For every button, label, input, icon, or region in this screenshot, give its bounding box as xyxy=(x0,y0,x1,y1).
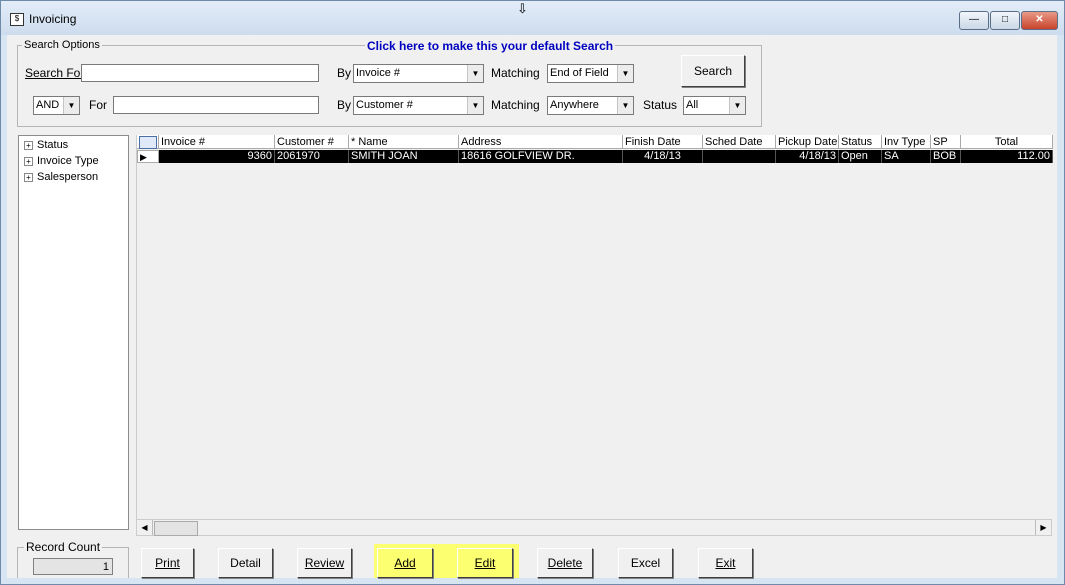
column-header-address[interactable]: Address xyxy=(459,135,623,149)
column-header-customer[interactable]: Customer # xyxy=(275,135,349,149)
maximize-button[interactable]: □ xyxy=(990,11,1020,30)
search-for-label: Search For xyxy=(25,66,85,80)
search-options-label: Search Options xyxy=(22,39,102,51)
status-label: Status xyxy=(643,98,678,112)
column-header-inv-type[interactable]: Inv Type xyxy=(882,135,931,149)
app-icon: $ xyxy=(10,13,24,26)
cell-sched-date xyxy=(703,150,776,163)
print-button[interactable]: Print xyxy=(141,548,194,578)
dropdown-arrow-icon: ▼ xyxy=(729,97,745,114)
window-title: Invoicing xyxy=(29,12,77,26)
cell-address: 18616 GOLFVIEW DR. xyxy=(459,150,623,163)
column-header-name[interactable]: * Name xyxy=(349,135,459,149)
excel-button[interactable]: Excel xyxy=(618,548,673,578)
minimize-icon: — xyxy=(969,14,979,25)
matching-select-2[interactable]: Anywhere ▼ xyxy=(547,96,634,115)
search-for-input[interactable] xyxy=(81,64,319,82)
column-header-total[interactable]: Total xyxy=(961,135,1053,149)
column-header-finish-date[interactable]: Finish Date xyxy=(623,135,703,149)
cell-inv-type: SA xyxy=(882,150,931,163)
record-count-value: 1 xyxy=(33,558,113,575)
scroll-left-arrow-icon[interactable]: ◀ xyxy=(137,520,153,535)
logic-select[interactable]: AND ▼ xyxy=(33,96,80,115)
invoice-grid: Invoice # Customer # * Name Address Fini… xyxy=(136,135,1053,533)
dropdown-arrow-icon: ▼ xyxy=(617,65,633,82)
edit-button[interactable]: Edit xyxy=(457,548,513,578)
row-pointer-icon: ▶ xyxy=(140,152,147,162)
by-label-2: By xyxy=(337,98,352,112)
matching-label-2: Matching xyxy=(491,98,540,112)
dropdown-arrow-icon: ▼ xyxy=(467,97,483,114)
column-header-pickup-date[interactable]: Pickup Date xyxy=(776,135,839,149)
default-search-link[interactable]: Click here to make this your default Sea… xyxy=(365,39,616,53)
scroll-thumb[interactable] xyxy=(154,521,198,536)
cell-status: Open xyxy=(839,150,882,163)
column-header-sp[interactable]: SP xyxy=(931,135,961,149)
tree-item-status[interactable]: + Status xyxy=(24,139,68,151)
column-header-sched-date[interactable]: Sched Date xyxy=(703,135,776,149)
cell-customer: 2061970 xyxy=(275,150,349,163)
tree-item-salesperson[interactable]: + Salesperson xyxy=(24,171,98,183)
minimize-button[interactable]: — xyxy=(959,11,989,30)
title-bar: $ Invoicing ⇩ — □ ✕ xyxy=(1,1,1064,35)
delete-button[interactable]: Delete xyxy=(537,548,593,578)
cell-invoice: 9360 xyxy=(159,150,275,163)
for-label: For xyxy=(89,98,107,112)
by-select-2[interactable]: Customer # ▼ xyxy=(353,96,484,115)
expand-icon[interactable]: + xyxy=(24,140,33,150)
cell-name: SMITH JOAN xyxy=(349,150,459,163)
cell-total: 112.00 xyxy=(961,150,1053,163)
add-button[interactable]: Add xyxy=(377,548,433,578)
close-icon: ✕ xyxy=(1035,14,1044,25)
dropdown-arrow-icon: ▼ xyxy=(63,97,79,114)
close-button[interactable]: ✕ xyxy=(1021,11,1058,30)
horizontal-scrollbar[interactable]: ◀ ▶ xyxy=(136,519,1052,536)
review-button[interactable]: Review xyxy=(297,548,352,578)
status-select[interactable]: All ▼ xyxy=(683,96,746,115)
edit-pencil-icon xyxy=(139,136,157,149)
cell-pickup-date: 4/18/13 xyxy=(776,150,839,163)
invoicing-window: $ Invoicing ⇩ — □ ✕ Search Options Click… xyxy=(0,0,1065,585)
by-select-1[interactable]: Invoice # ▼ xyxy=(353,64,484,83)
resize-cursor-icon: ⇩ xyxy=(517,1,528,16)
expand-icon[interactable]: + xyxy=(24,156,33,166)
column-header-status[interactable]: Status xyxy=(839,135,882,149)
expand-icon[interactable]: + xyxy=(24,172,33,182)
dropdown-arrow-icon: ▼ xyxy=(617,97,633,114)
matching-select-1[interactable]: End of Field ▼ xyxy=(547,64,634,83)
row-pointer[interactable]: ▶ xyxy=(137,150,159,163)
grid-corner xyxy=(137,135,159,149)
client-area: Search Options Click here to make this y… xyxy=(7,35,1057,578)
matching-label-1: Matching xyxy=(491,66,540,80)
cell-sp: BOB xyxy=(931,150,961,163)
cell-finish-date: 4/18/13 xyxy=(623,150,703,163)
exit-button[interactable]: Exit xyxy=(698,548,753,578)
dropdown-arrow-icon: ▼ xyxy=(467,65,483,82)
search-button[interactable]: Search xyxy=(681,55,745,87)
filter-tree: + Status + Invoice Type + Salesperson xyxy=(18,135,129,530)
detail-button[interactable]: Detail xyxy=(218,548,273,578)
maximize-icon: □ xyxy=(1001,14,1009,25)
scroll-right-arrow-icon[interactable]: ▶ xyxy=(1035,520,1051,535)
record-count-label: Record Count xyxy=(24,540,103,554)
tree-item-invoice-type[interactable]: + Invoice Type xyxy=(24,155,99,167)
for-input[interactable] xyxy=(113,96,319,114)
by-label-1: By xyxy=(337,66,352,80)
column-header-invoice[interactable]: Invoice # xyxy=(159,135,275,149)
